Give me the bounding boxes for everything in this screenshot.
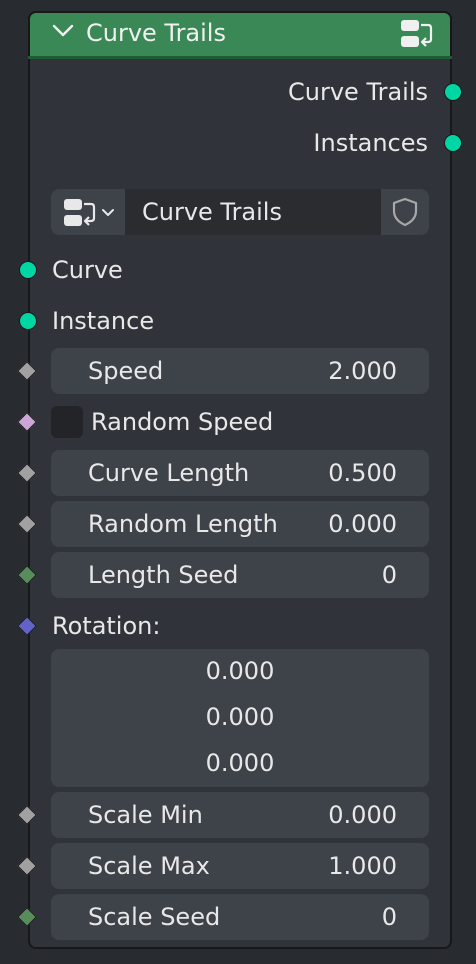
chevron-down-icon [102, 209, 114, 216]
speed-label: Speed [88, 357, 164, 385]
chevron-down-icon[interactable] [52, 24, 74, 38]
output-socket-curve-trails[interactable] [444, 83, 462, 101]
scale-seed-value: 0 [381, 903, 397, 931]
input-label-instance: Instance [52, 307, 155, 335]
curve-length-field[interactable]: Curve Length 0.500 [51, 450, 429, 496]
output-socket-instances[interactable] [444, 134, 462, 152]
random-length-label: Random Length [88, 510, 278, 538]
node-tree-icon [64, 199, 96, 226]
input-label-curve: Curve [52, 256, 123, 284]
length-seed-field[interactable]: Length Seed 0 [51, 552, 429, 598]
rotation-y-value[interactable]: 0.000 [51, 701, 429, 733]
output-label-curve-trails: Curve Trails [288, 78, 428, 106]
node-group-browse-button[interactable] [51, 189, 125, 235]
speed-field[interactable]: Speed 2.000 [51, 348, 429, 394]
length-seed-value: 0 [381, 561, 397, 589]
scale-max-label: Scale Max [88, 852, 210, 880]
scale-seed-label: Scale Seed [88, 903, 221, 931]
node-group-icon [401, 20, 433, 47]
curve-length-value: 0.500 [328, 459, 397, 487]
scale-seed-field[interactable]: Scale Seed 0 [51, 894, 429, 940]
rotation-label: Rotation: [52, 612, 161, 640]
rotation-x-value[interactable]: 0.000 [51, 655, 429, 687]
random-length-value: 0.000 [328, 510, 397, 538]
scale-max-value: 1.000 [328, 852, 397, 880]
rotation-z-value[interactable]: 0.000 [51, 747, 429, 779]
random-length-field[interactable]: Random Length 0.000 [51, 501, 429, 547]
curve-length-label: Curve Length [88, 459, 250, 487]
header-divider [28, 56, 452, 59]
speed-value: 2.000 [328, 357, 397, 385]
input-socket-curve[interactable] [19, 261, 37, 279]
fake-user-button[interactable] [381, 189, 429, 235]
node-group-name[interactable]: Curve Trails [142, 196, 282, 228]
length-seed-label: Length Seed [88, 561, 239, 589]
random-speed-checkbox[interactable] [51, 406, 83, 438]
rotation-vector-field: 0.000 0.000 0.000 [51, 649, 429, 787]
shield-icon [392, 197, 418, 227]
node-title: Curve Trails [86, 19, 226, 47]
scale-min-field[interactable]: Scale Min 0.000 [51, 792, 429, 838]
node-group-selector: Curve Trails [51, 189, 429, 235]
scale-min-value: 0.000 [328, 801, 397, 829]
input-socket-instance[interactable] [19, 312, 37, 330]
scale-min-label: Scale Min [88, 801, 203, 829]
random-speed-label: Random Speed [91, 408, 274, 436]
scale-max-field[interactable]: Scale Max 1.000 [51, 843, 429, 889]
output-label-instances: Instances [313, 129, 428, 157]
